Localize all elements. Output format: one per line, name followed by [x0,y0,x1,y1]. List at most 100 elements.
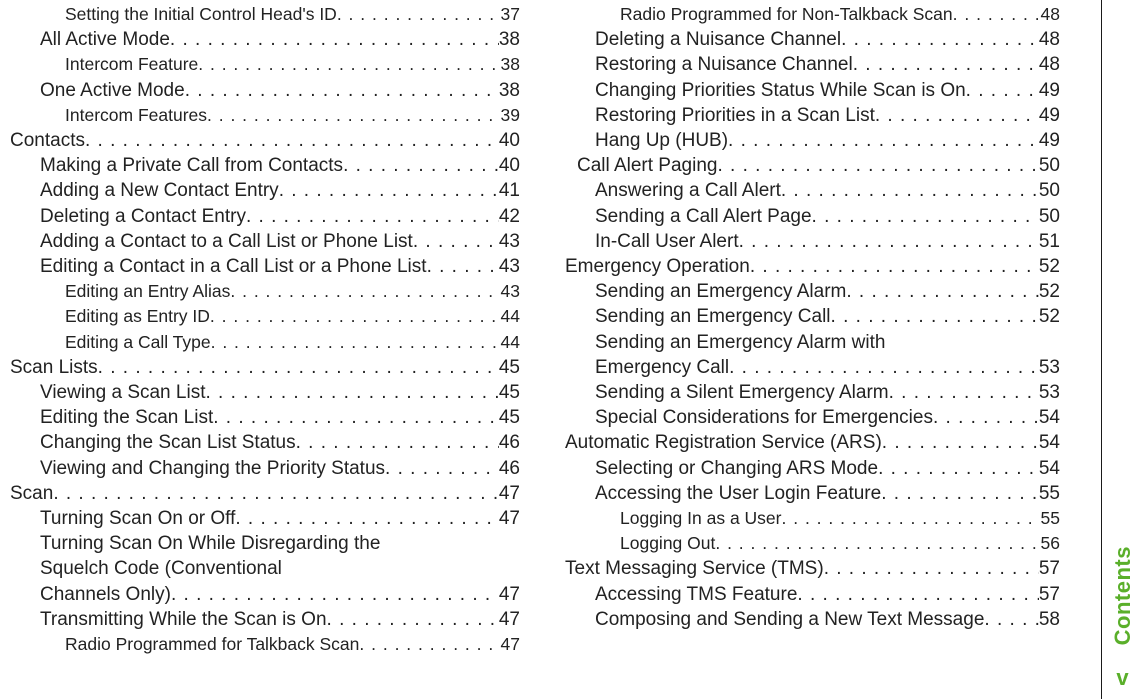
toc-leaders: . . . . . . . . . . . . . . . . . . . . … [853,52,1039,77]
toc-title: Adding a New Contact Entry [40,178,279,203]
toc-page-number: 45 [499,380,520,405]
toc-title: Changing the Scan List Status [40,430,296,455]
toc-leaders: . . . . . . . . . . . . . . . . . . . . … [797,582,1038,607]
contents-sidebar: Contents v [1101,0,1143,699]
toc-title: Radio Programmed for Talkback Scan [65,632,359,657]
toc-entry: Intercom Feature . . . . . . . . . . . .… [10,52,520,77]
toc-entry: One Active Mode . . . . . . . . . . . . … [10,78,520,103]
toc-page-number: 47 [499,582,520,607]
toc-entry: Turning Scan On or Off . . . . . . . . .… [10,506,520,531]
toc-entry: Changing Priorities Status While Scan is… [565,78,1060,103]
toc-leaders: . . . . . . . . . . . . . . . . . . . . … [953,2,1041,27]
toc-entry: Editing as Entry ID . . . . . . . . . . … [10,304,520,329]
toc-entry: All Active Mode . . . . . . . . . . . . … [10,27,520,52]
toc-entry: Restoring Priorities in a Scan List . . … [565,103,1060,128]
toc-entry: Intercom Features . . . . . . . . . . . … [10,103,520,128]
toc-page-number: 54 [1039,430,1060,455]
toc-title: Editing the Scan List [40,405,213,430]
toc-title: All Active Mode [40,27,170,52]
toc-page: Setting the Initial Control Head's ID . … [0,0,1143,699]
toc-title: Sending an Emergency Alarm [595,279,846,304]
toc-page-number: 53 [1039,355,1060,380]
toc-leaders: . . . . . . . . . . . . . . . . . . . . … [230,279,500,304]
toc-entry: Viewing and Changing the Priority Status… [10,456,520,481]
toc-title: Viewing and Changing the Priority Status [40,456,385,481]
toc-leaders: . . . . . . . . . . . . . . . . . . . . … [966,78,1039,103]
toc-title: Intercom Feature [65,52,198,77]
toc-entry: Accessing TMS Feature . . . . . . . . . … [565,582,1060,607]
toc-title: Sending a Call Alert Page [595,204,812,229]
toc-leaders: . . . . . . . . . . . . . . . . . . . . … [327,607,499,632]
toc-title: Transmitting While the Scan is On [40,607,327,632]
toc-page-number: 47 [501,632,520,657]
toc-entry: Accessing the User Login Feature . . . .… [565,481,1060,506]
toc-page-number: 51 [1039,229,1060,254]
toc-leaders: . . . . . . . . . . . . . . . . . . . . … [85,128,499,153]
toc-entry: Special Considerations for Emergencies .… [565,405,1060,430]
toc-page-number: 50 [1039,153,1060,178]
toc-title: Adding a Contact to a Call List or Phone… [40,229,413,254]
toc-page-number: 55 [1041,506,1060,531]
toc-entry: Scan . . . . . . . . . . . . . . . . . .… [10,481,520,506]
toc-page-number: 49 [1039,128,1060,153]
toc-leaders: . . . . . . . . . . . . . . . . . . . . … [846,279,1038,304]
toc-title: Scan Lists [10,355,98,380]
toc-entry: Editing the Scan List . . . . . . . . . … [10,405,520,430]
toc-leaders: . . . . . . . . . . . . . . . . . . . . … [841,27,1039,52]
toc-leaders: . . . . . . . . . . . . . . . . . . . . … [98,355,499,380]
toc-page-number: 44 [501,330,520,355]
toc-page-number: 50 [1039,178,1060,203]
toc-page-number: 52 [1039,279,1060,304]
toc-title: Accessing the User Login Feature [595,481,881,506]
toc-entry: Selecting or Changing ARS Mode . . . . .… [565,456,1060,481]
toc-leaders: . . . . . . . . . . . . . . . . . . . . … [205,380,498,405]
toc-entry: Viewing a Scan List . . . . . . . . . . … [10,380,520,405]
toc-leaders: . . . . . . . . . . . . . . . . . . . . … [889,380,1039,405]
toc-entry: Sending a Call Alert Page . . . . . . . … [565,204,1060,229]
toc-entry: Sending an Emergency Call . . . . . . . … [565,304,1060,329]
toc-page-number: 42 [499,204,520,229]
toc-page-number: 39 [501,103,520,128]
toc-leaders: . . . . . . . . . . . . . . . . . . . . … [781,178,1039,203]
toc-title: Making a Private Call from Contacts [40,153,343,178]
toc-page-number: 56 [1041,531,1060,556]
toc-page-number: 48 [1039,27,1060,52]
toc-columns: Setting the Initial Control Head's ID . … [0,0,1085,699]
toc-leaders: . . . . . . . . . . . . . . . . . . . . … [812,204,1039,229]
toc-leaders: . . . . . . . . . . . . . . . . . . . . … [875,103,1039,128]
toc-title: Channels Only) [40,582,171,607]
toc-page-number: 37 [501,2,520,27]
toc-title: Editing a Contact in a Call List or a Ph… [40,254,427,279]
toc-right-column: Radio Programmed for Non-Talkback Scan .… [535,2,1060,699]
toc-leaders: . . . . . . . . . . . . . . . . . . . . … [213,405,499,430]
toc-entry: Call Alert Paging . . . . . . . . . . . … [565,153,1060,178]
toc-entry: Radio Programmed for Talkback Scan . . .… [10,632,520,657]
toc-page-number: 47 [499,506,520,531]
toc-leaders: . . . . . . . . . . . . . . . . . . . . … [235,506,498,531]
toc-leaders: . . . . . . . . . . . . . . . . . . . . … [717,153,1038,178]
toc-leaders: . . . . . . . . . . . . . . . . . . . . … [296,430,499,455]
toc-entry: Editing an Entry Alias . . . . . . . . .… [10,279,520,304]
toc-entry: Adding a New Contact Entry . . . . . . .… [10,178,520,203]
toc-title: Automatic Registration Service (ARS) [565,430,882,455]
toc-entry: Emergency Operation . . . . . . . . . . … [565,254,1060,279]
toc-leaders: . . . . . . . . . . . . . . . . . . . . … [933,405,1039,430]
toc-title: Sending an Emergency Alarm with [595,330,885,355]
toc-entry: Radio Programmed for Non-Talkback Scan .… [565,2,1060,27]
toc-entry: Hang Up (HUB) . . . . . . . . . . . . . … [565,128,1060,153]
toc-leaders: . . . . . . . . . . . . . . . . . . . . … [413,229,499,254]
toc-title: Deleting a Contact Entry [40,204,246,229]
toc-title: Editing as Entry ID [65,304,210,329]
toc-page-number: 43 [501,279,520,304]
toc-title: Emergency Operation [565,254,750,279]
toc-leaders: . . . . . . . . . . . . . . . . . . . . … [53,481,499,506]
toc-title: Hang Up (HUB) [595,128,728,153]
toc-page-number: 52 [1039,254,1060,279]
toc-page-number: 44 [501,304,520,329]
toc-entry: Contacts . . . . . . . . . . . . . . . .… [10,128,520,153]
toc-page-number: 57 [1039,556,1060,581]
toc-entry: Restoring a Nuisance Channel . . . . . .… [565,52,1060,77]
toc-page-number: 43 [499,229,520,254]
toc-entry: Scan Lists . . . . . . . . . . . . . . .… [10,355,520,380]
toc-page-number: 45 [499,405,520,430]
